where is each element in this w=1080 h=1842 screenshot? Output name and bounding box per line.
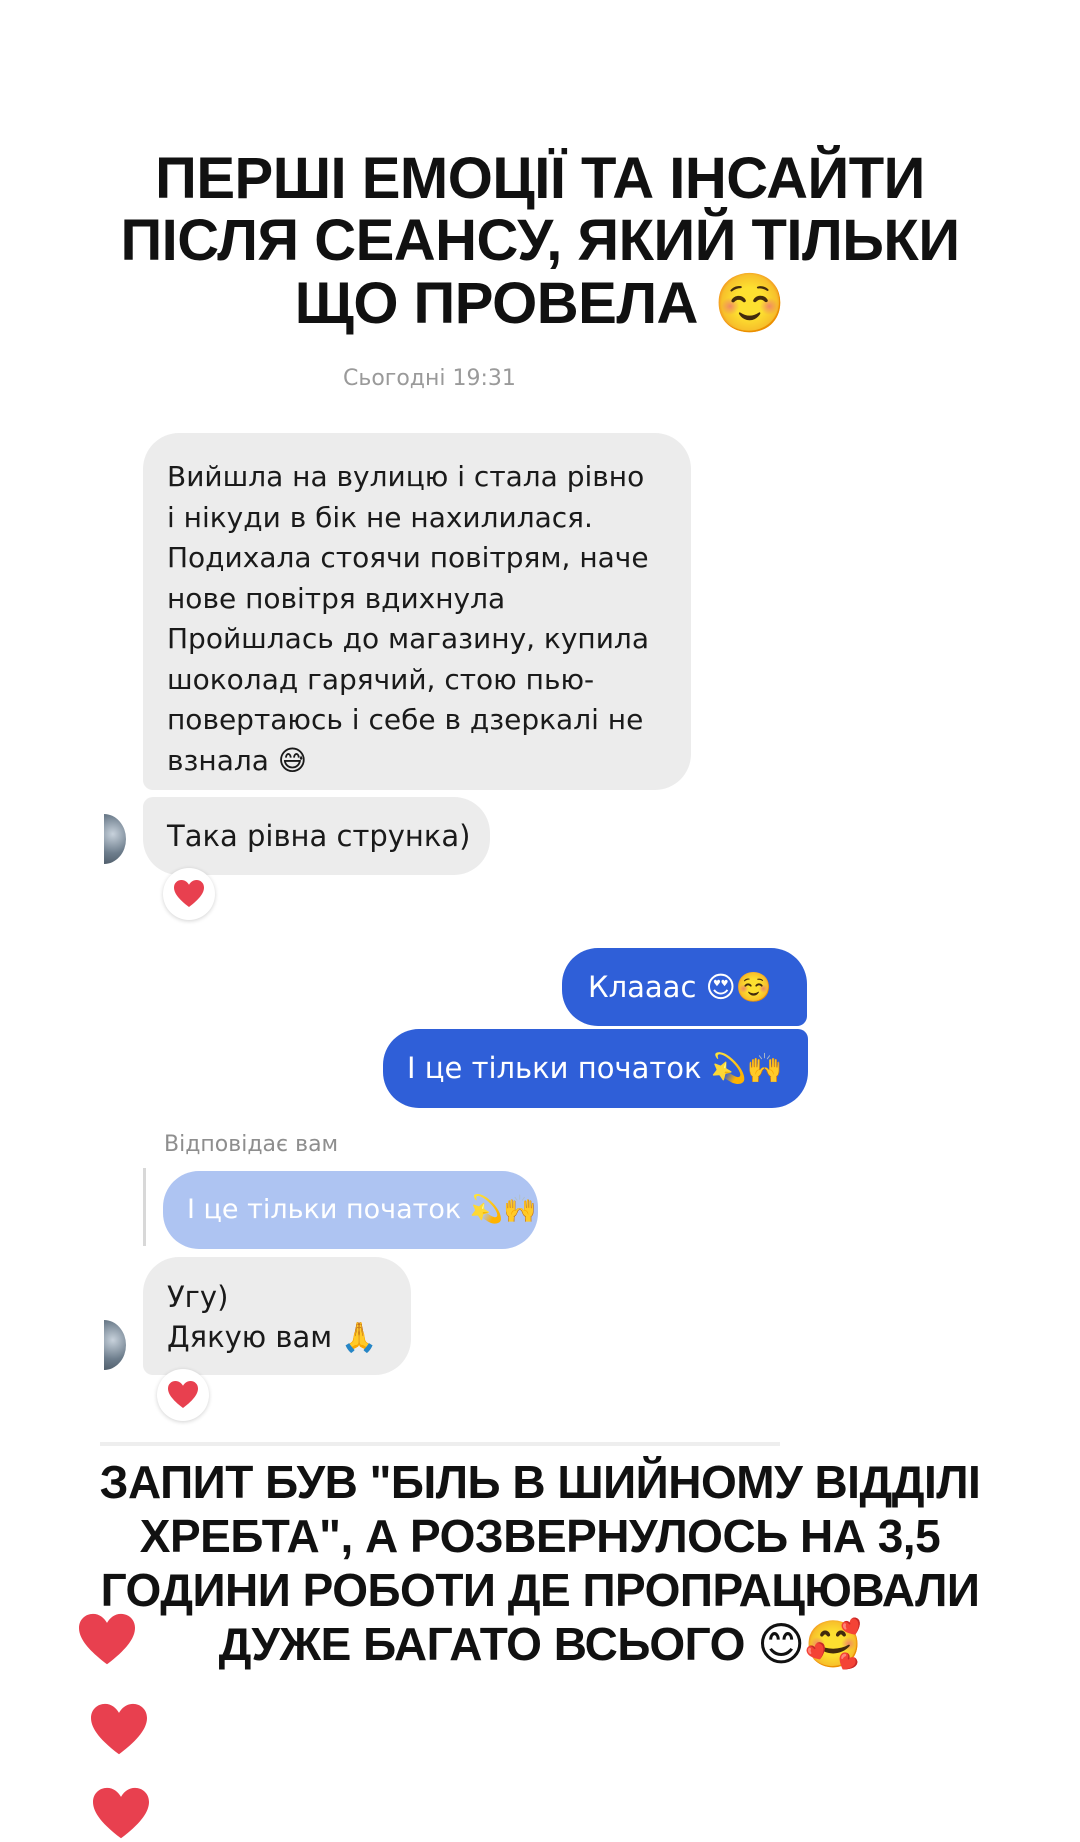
chat-timestamp: Сьогодні 19:31 <box>343 366 516 391</box>
message-text: Клааас 😍☺️ <box>588 970 772 1004</box>
message-line: Пройшлась до магазину, купила <box>167 622 649 655</box>
message-line: Угу) <box>167 1280 229 1314</box>
smiling-emoji: ☺️ <box>713 269 786 337</box>
top-headline-line1: ПЕРШІ ЕМОЦІЇ ТА ІНСАЙТИ <box>155 146 925 211</box>
incoming-message-long[interactable]: Вийшла на вулицю і стала рівно і нікуди … <box>143 433 691 790</box>
heart-icon <box>91 1703 147 1755</box>
message-line: і нікуди в бік не нахилилася. <box>167 500 593 534</box>
incoming-message-short[interactable]: Така рівна струнка) <box>143 797 490 875</box>
quoted-text: І це тільки початок 💫🙌 <box>187 1194 537 1225</box>
chat-bottom-edge <box>100 1442 780 1446</box>
top-headline-line3-wrap: ЩО ПРОВЕЛА ☺️ <box>60 272 1020 335</box>
reply-bar <box>143 1168 146 1246</box>
bottom-headline-line2: ХРЕБТА", А РОЗВЕРНУЛОСЬ НА 3,5 <box>139 1510 941 1562</box>
avatar[interactable] <box>104 1320 126 1370</box>
bottom-headline: ЗАПИТ БУВ "БІЛЬ В ШИЙНОМУ ВІДДІЛІ ХРЕБТА… <box>40 1455 1040 1671</box>
bottom-headline-line3: ГОДИНИ РОБОТИ ДЕ ПРОПРАЦЮВАЛИ <box>100 1564 980 1616</box>
incoming-message-reply[interactable]: Угу) Дякую вам 🙏 <box>143 1257 411 1375</box>
top-headline-line3: ЩО ПРОВЕЛА <box>294 271 699 336</box>
message-line: Вийшла на вулицю і стала рівно <box>167 460 645 493</box>
message-line: шоколад гарячий, стою пью- <box>167 662 595 696</box>
heart-reaction[interactable] <box>163 868 215 920</box>
outgoing-message[interactable]: І це тільки початок 💫🙌 <box>383 1029 808 1108</box>
message-text: І це тільки початок 💫🙌 <box>407 1051 783 1085</box>
message-line: нове повітря вдихнула <box>167 581 506 615</box>
message-line: повертаюсь і себе в дзеркалі не <box>167 703 644 736</box>
message-line: Подихала стоячи повітрям, наче <box>167 541 649 574</box>
message-line: взнала 😅 <box>167 743 307 777</box>
reply-label: Відповідає вам <box>164 1132 339 1157</box>
quoted-message[interactable]: І це тільки початок 💫🙌 <box>163 1171 538 1249</box>
heart-reaction[interactable] <box>157 1369 209 1421</box>
bottom-headline-line1: ЗАПИТ БУВ "БІЛЬ В ШИЙНОМУ ВІДДІЛІ <box>99 1456 981 1508</box>
heart-icon <box>168 1381 198 1408</box>
heart-icon <box>79 1613 135 1665</box>
top-headline-line2: ПІСЛЯ СЕАНСУ, ЯКИЙ ТІЛЬКИ <box>120 208 960 273</box>
heart-icon <box>174 880 204 907</box>
message-text: Така рівна струнка) <box>167 819 471 853</box>
outgoing-message[interactable]: Клааас 😍☺️ <box>562 948 807 1026</box>
message-line: Дякую вам 🙏 <box>167 1320 378 1354</box>
avatar[interactable] <box>104 814 126 864</box>
heart-icon <box>93 1787 149 1839</box>
top-headline: ПЕРШІ ЕМОЦІЇ ТА ІНСАЙТИ ПІСЛЯ СЕАНСУ, ЯК… <box>60 148 1020 335</box>
bottom-headline-line4: ДУЖЕ БАГАТО ВСЬОГО 😊🥰 <box>218 1618 862 1670</box>
